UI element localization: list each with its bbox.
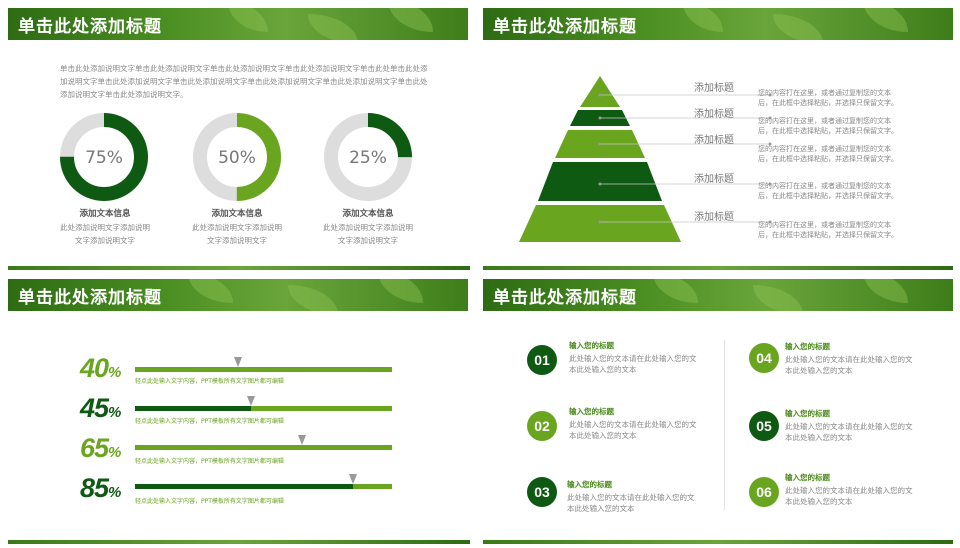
- item-number-badge: 06: [749, 477, 779, 507]
- progress-percent-label: 85%: [80, 473, 121, 503]
- item-text: 此处输入您的文本请在此处输入您的文本此处输入您的文本: [569, 420, 697, 440]
- item-number-badge: 02: [527, 411, 557, 441]
- slide-title: 单击此处添加标题: [18, 288, 162, 308]
- pyramid-label: 添加标题: [694, 135, 734, 146]
- donut-caption-title: 添加文本信息: [342, 209, 394, 219]
- item-number-badge: 03: [527, 477, 557, 507]
- slide-header: 单击此处添加标题: [8, 279, 468, 311]
- donut-caption-text: 此处添加说明文字添加说明文字添加说明文字: [192, 223, 282, 245]
- progress-marker: [298, 435, 307, 445]
- donut-percent: 25%: [349, 148, 387, 168]
- slide-description: 单击此处添加说明文字单击此处添加说明文字单击此处添加说明文字单击此处添加说明文字…: [60, 64, 428, 99]
- slide-title: 单击此处添加标题: [493, 17, 637, 37]
- pyramid-level-1: [580, 76, 620, 107]
- column-divider: [724, 340, 725, 510]
- progress-note: 轻点此处输入文字内容，PPT模板所有文字图片都可编辑: [135, 498, 284, 505]
- donut-chart-75: 75%: [60, 113, 148, 201]
- donut-percent: 75%: [85, 148, 123, 168]
- progress-marker: [246, 396, 255, 406]
- slide-header: 单击此处添加标题: [8, 8, 468, 40]
- slide-pyramid: 单击此处添加标题 添加标题 添加标题 添加标题 添加标题 添加标题 您的内容打在…: [483, 0, 960, 262]
- item-title: 输入您的标题: [569, 341, 614, 350]
- slide-footer-strip: [8, 266, 470, 270]
- progress-fill: [135, 484, 354, 489]
- progress-fill: [135, 367, 238, 372]
- item-text: 此处输入您的文本请在此处输入您的文本此处输入您的文本: [785, 486, 913, 506]
- progress-note: 轻点此处输入文字内容，PPT模板所有文字图片都可编辑: [135, 378, 284, 385]
- donut-chart-50: 50%: [193, 113, 281, 201]
- donut-chart-25: 25%: [324, 113, 412, 201]
- progress-percent-label: 45%: [80, 393, 121, 423]
- donut-percent: 50%: [218, 148, 256, 168]
- pyramid-label: 添加标题: [694, 174, 734, 185]
- slide-header: 单击此处添加标题: [483, 8, 953, 40]
- item-title: 输入您的标题: [785, 409, 830, 418]
- donut-caption-title: 添加文本信息: [79, 209, 131, 219]
- progress-percent-label: 40%: [80, 353, 121, 383]
- item-title: 输入您的标题: [785, 473, 830, 482]
- item-text: 此处输入您的文本请在此处输入您的文本此处输入您的文本: [785, 422, 913, 442]
- progress-percent-label: 65%: [80, 433, 121, 463]
- progress-fill: [135, 406, 251, 411]
- pyramid-level-4: [538, 162, 662, 201]
- slide-footer-strip: [483, 540, 953, 544]
- progress-fill: [135, 445, 303, 450]
- progress-note: 轻点此处输入文字内容，PPT模板所有文字图片都可编辑: [135, 418, 284, 425]
- progress-marker: [349, 474, 358, 484]
- donut-caption-text: 此处添加说明文字添加说明文字添加说明文字: [60, 223, 150, 245]
- item-number-badge: 04: [749, 343, 779, 373]
- pyramid-text: 您的内容打在这里，或者通过复制您的文本后，在此框中选择粘贴，并选择只保留文字。: [758, 89, 898, 107]
- slide-footer-strip: [8, 540, 470, 544]
- donut-caption-title: 添加文本信息: [211, 209, 263, 219]
- progress-note: 轻点此处输入文字内容，PPT模板所有文字图片都可编辑: [135, 458, 284, 465]
- item-number-badge: 01: [527, 345, 557, 375]
- pyramid-text: 您的内容打在这里，或者通过复制您的文本后，在此框中选择粘贴，并选择只保留文字。: [758, 117, 898, 135]
- pyramid-label: 添加标题: [694, 212, 734, 223]
- donut-caption-text: 此处添加说明文字添加说明文字添加说明文字: [323, 223, 413, 245]
- item-title: 输入您的标题: [567, 480, 612, 489]
- item-title: 输入您的标题: [569, 407, 614, 416]
- item-text: 此处输入您的文本请在此处输入您的文本此处输入您的文本: [567, 493, 695, 513]
- pyramid-text: 您的内容打在这里，或者通过复制您的文本后，在此框中选择粘贴，并选择只保留文字。: [758, 182, 898, 200]
- item-title: 输入您的标题: [785, 342, 830, 351]
- pyramid-text: 您的内容打在这里，或者通过复制您的文本后，在此框中选择粘贴，并选择只保留文字。: [758, 145, 898, 163]
- item-text: 此处输入您的文本请在此处输入您的文本此处输入您的文本: [785, 355, 913, 375]
- item-text: 此处输入您的文本请在此处输入您的文本此处输入您的文本: [569, 354, 697, 374]
- slide-donuts: 单击此处添加标题 单击此处添加说明文字单击此处添加说明文字单击此处添加说明文字单…: [0, 0, 468, 262]
- pyramid-text: 您的内容打在这里，或者通过复制您的文本后，在此框中选择粘贴，并选择只保留文字。: [758, 221, 898, 239]
- pyramid-label: 添加标题: [694, 83, 734, 94]
- item-number-badge: 05: [749, 411, 779, 441]
- pyramid-label: 添加标题: [694, 109, 734, 120]
- progress-marker: [233, 357, 242, 367]
- slide-title: 单击此处添加标题: [18, 17, 162, 37]
- slide-title: 单击此处添加标题: [493, 288, 637, 308]
- slide-footer-strip: [483, 266, 953, 270]
- slide-header: 单击此处添加标题: [483, 279, 953, 311]
